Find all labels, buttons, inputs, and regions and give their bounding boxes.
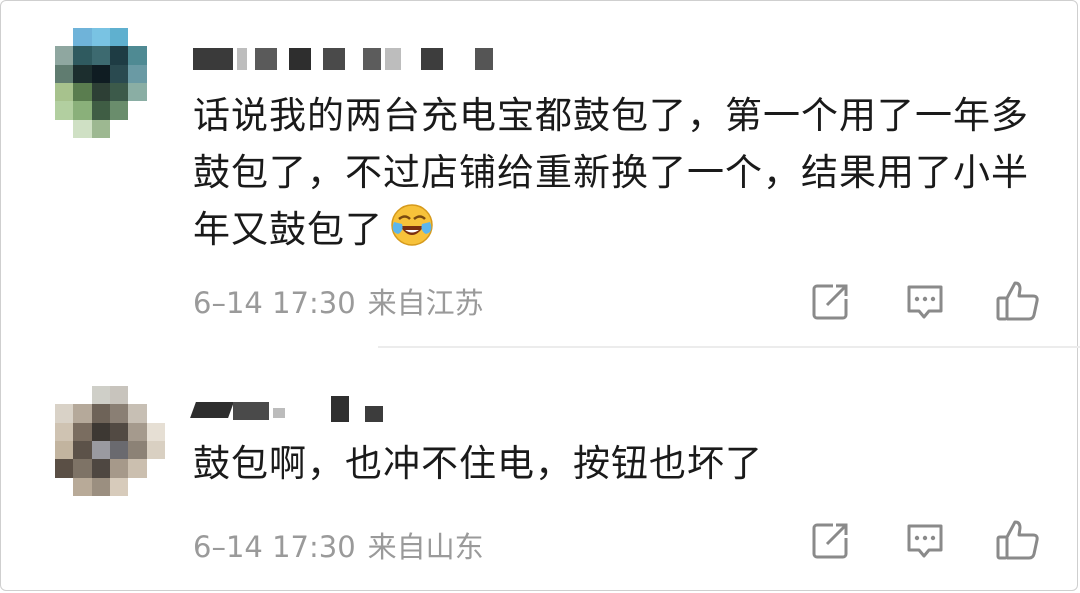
comment-item: 话说我的两台充电宝都鼓包了，第一个用了一年多鼓包了，不过店铺给重新换了一个，结果… <box>0 0 1080 347</box>
username-redacted[interactable] <box>190 388 393 422</box>
comment-meta: 6–14 17:30 来自江苏 <box>193 280 484 322</box>
reply-icon <box>907 285 943 319</box>
share-button[interactable] <box>805 516 855 566</box>
comment-text: 鼓包啊，也冲不住电，按钮也坏了 <box>193 442 763 485</box>
timestamp: 6–14 17:30 <box>193 530 356 564</box>
comment-actions <box>805 277 1055 327</box>
location: 来自江苏 <box>367 286 484 320</box>
comment-text: 话说我的两台充电宝都鼓包了，第一个用了一年多鼓包了，不过店铺给重新换了一个，结果… <box>193 94 1029 251</box>
like-icon <box>996 520 1039 560</box>
timestamp: 6–14 17:30 <box>193 286 356 320</box>
location: 来自山东 <box>367 530 484 564</box>
laugh-cry-emoji-icon <box>391 204 433 246</box>
like-button[interactable] <box>993 516 1043 566</box>
like-button[interactable] <box>993 277 1043 327</box>
avatar[interactable] <box>55 28 165 138</box>
share-icon <box>812 284 848 320</box>
like-icon <box>996 281 1039 321</box>
comment-meta: 6–14 17:30 来自山东 <box>193 524 484 566</box>
comment-item: 鼓包啊，也冲不住电，按钮也坏了 6–14 17:30 来自山东 <box>0 348 1080 593</box>
username-redacted[interactable] <box>193 40 493 70</box>
comment-actions <box>805 516 1055 566</box>
reply-icon <box>907 524 943 558</box>
reply-button[interactable] <box>900 516 950 566</box>
share-button[interactable] <box>805 277 855 327</box>
reply-button[interactable] <box>900 277 950 327</box>
avatar[interactable] <box>55 386 165 496</box>
share-icon <box>812 523 848 559</box>
